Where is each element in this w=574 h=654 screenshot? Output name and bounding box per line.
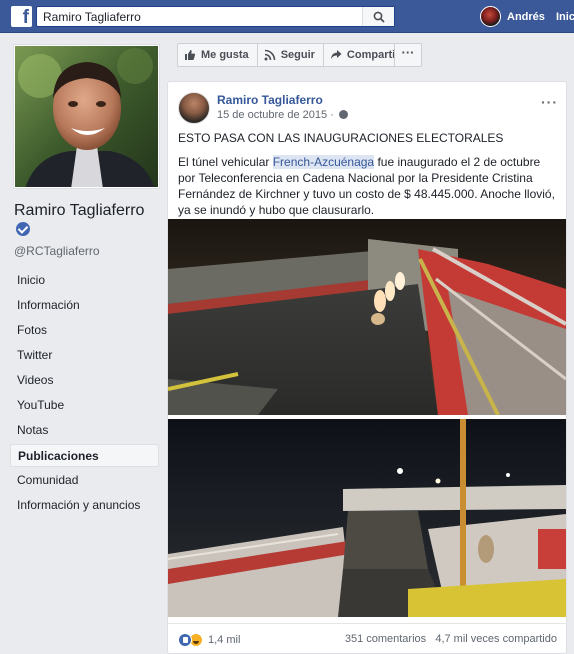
page-nav-twitter[interactable]: Twitter	[10, 343, 159, 368]
user-avatar	[480, 6, 501, 27]
thumbs-up-icon	[185, 50, 196, 60]
page-nav-informacion-anuncios[interactable]: Información y anuncios	[10, 493, 159, 518]
page-nav-informacion[interactable]: Información	[10, 293, 159, 318]
verified-badge-icon	[16, 222, 30, 236]
page-nav-inicio[interactable]: Inicio	[10, 268, 159, 293]
post-paragraph: El túnel vehicular French-Azcuénaga fue …	[178, 155, 555, 217]
post-headline: ESTO PASA CON LAS INAUGURACIONES ELECTOR…	[178, 131, 504, 145]
more-options-button[interactable]: ···	[394, 43, 422, 67]
profile-link[interactable]: Andrés	[480, 6, 545, 27]
post-photo-1[interactable]	[168, 219, 566, 415]
rss-icon	[264, 49, 275, 61]
reactions-summary[interactable]: 1,4 mil	[178, 633, 240, 647]
highlighted-link[interactable]: French-Azcuénaga	[272, 155, 375, 169]
profile-photo-image	[15, 46, 158, 187]
page-nav-fotos[interactable]: Fotos	[10, 318, 159, 343]
tunnel-photo-image	[168, 219, 566, 415]
post-body: ESTO PASA CON LAS INAUGURACIONES ELECTOR…	[178, 130, 560, 226]
share-arrow-icon	[330, 50, 342, 59]
reactions-count: 1,4 mil	[208, 634, 241, 646]
post-footer: 1,4 mil 351 comentarios 4,7 mil veces co…	[168, 623, 566, 653]
globe-icon	[338, 110, 348, 119]
page-action-bar: Me gusta Seguir Compartir	[177, 43, 409, 67]
post-author-avatar[interactable]	[178, 92, 210, 124]
home-link[interactable]: Inicio	[556, 11, 574, 23]
post-card: Ramiro Tagliaferro 15 de octubre de 2015…	[167, 81, 567, 654]
engagement-counts: 351 comentarios 4,7 mil veces compartido	[345, 633, 557, 645]
follow-page-button[interactable]: Seguir	[258, 44, 324, 66]
page-profile-photo[interactable]	[14, 45, 159, 188]
post-timestamp[interactable]: 15 de octubre de 2015 ·	[217, 109, 348, 121]
page-title: Ramiro Tagliaferro	[14, 201, 164, 241]
tunnel-night-photo-image	[168, 419, 566, 617]
top-navigation-bar: f Andrés Inicio	[0, 0, 574, 33]
search-input[interactable]	[37, 7, 363, 26]
page-navigation: Inicio Información Fotos Twitter Videos …	[10, 268, 159, 518]
search-icon	[373, 11, 385, 23]
page-nav-comunidad[interactable]: Comunidad	[10, 468, 159, 493]
page-nav-youtube[interactable]: YouTube	[10, 393, 159, 418]
facebook-logo[interactable]: f	[11, 6, 32, 27]
like-page-button[interactable]: Me gusta	[178, 44, 258, 66]
page-nav-videos[interactable]: Videos	[10, 368, 159, 393]
page-username: @RCTagliaferro	[14, 244, 100, 258]
like-reaction-icon	[178, 633, 192, 647]
page-nav-notas[interactable]: Notas	[10, 418, 159, 443]
search-box	[36, 6, 395, 27]
post-photo-2[interactable]	[168, 419, 566, 617]
shares-count[interactable]: 4,7 mil veces compartido	[435, 633, 557, 645]
comments-count[interactable]: 351 comentarios	[345, 633, 426, 645]
post-author-name[interactable]: Ramiro Tagliaferro	[217, 93, 323, 107]
search-button[interactable]	[362, 7, 394, 26]
page-nav-publicaciones[interactable]: Publicaciones	[10, 444, 159, 467]
post-options-button[interactable]: ···	[541, 94, 558, 110]
user-name: Andrés	[507, 10, 545, 23]
